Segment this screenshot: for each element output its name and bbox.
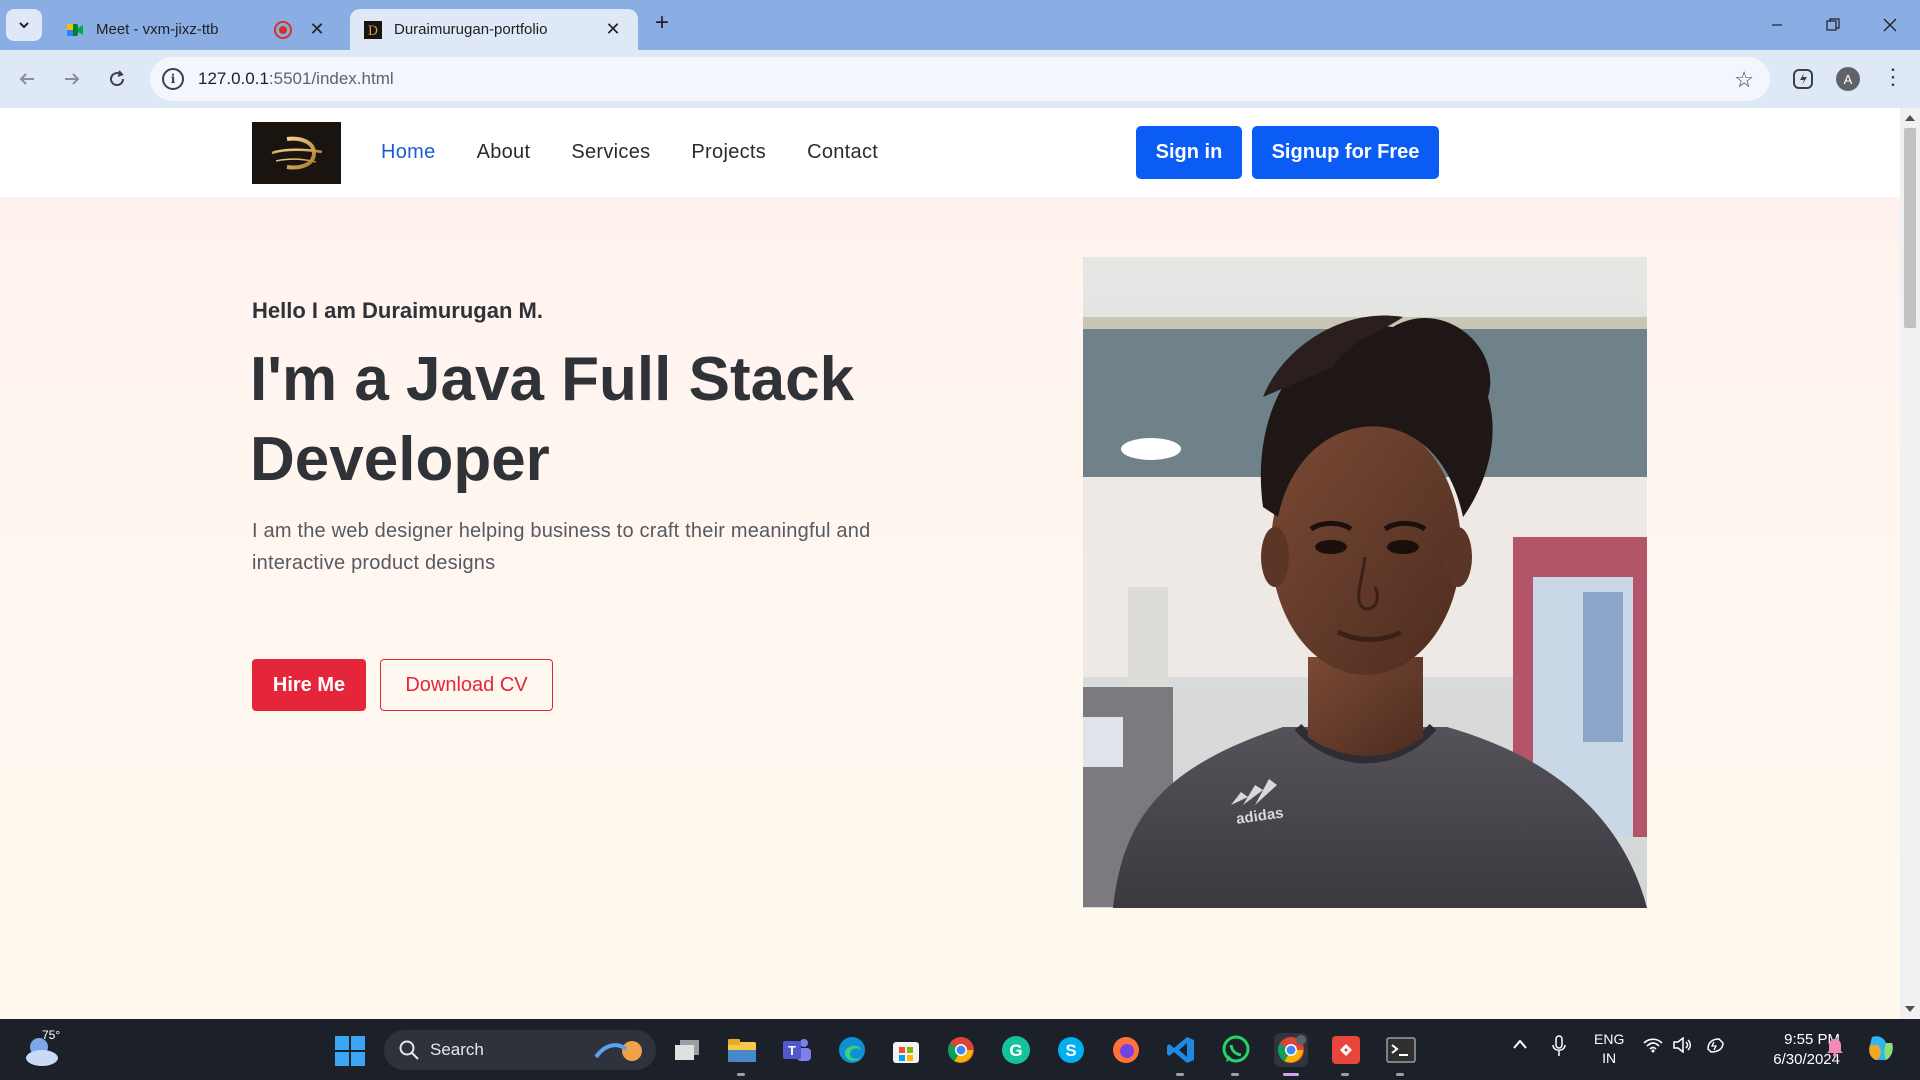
- git-tool-icon[interactable]: [1329, 1033, 1363, 1067]
- tray-chevron-up-icon[interactable]: [1512, 1037, 1528, 1053]
- signup-button[interactable]: Signup for Free: [1252, 126, 1439, 179]
- hero-greeting: Hello I am Duraimurugan M.: [252, 298, 543, 323]
- restore-icon: [1826, 18, 1840, 31]
- scroll-down-icon[interactable]: [1905, 1006, 1915, 1012]
- tab-title: Duraimurugan-portfolio: [394, 21, 548, 38]
- ms-store-icon[interactable]: [889, 1033, 923, 1067]
- scroll-thumb[interactable]: [1904, 128, 1916, 328]
- terminal-icon[interactable]: [1384, 1033, 1418, 1067]
- recording-icon: [274, 20, 292, 39]
- volume-icon[interactable]: [1673, 1036, 1693, 1056]
- nav-services[interactable]: Services: [571, 141, 650, 164]
- main-nav: Home About Services Projects Contact: [381, 108, 878, 197]
- svg-text:T: T: [788, 1043, 796, 1058]
- taskbar-search[interactable]: Search: [384, 1030, 656, 1070]
- windows-taskbar: 75° Search T G S ENG IN 9:55 PM 6/30/202…: [0, 1019, 1920, 1080]
- active-indicator: [1283, 1073, 1299, 1076]
- forward-button[interactable]: [57, 64, 87, 94]
- start-button[interactable]: [335, 1036, 365, 1066]
- hero-headline: I'm a Java Full Stack Developer: [250, 345, 855, 494]
- close-icon: [1883, 18, 1897, 32]
- tab-title: Meet - vxm-jixz-ttb: [96, 21, 219, 38]
- notification-bell-icon[interactable]: [1826, 1037, 1844, 1060]
- nav-contact[interactable]: Contact: [807, 141, 878, 164]
- arrow-right-icon: [65, 73, 80, 85]
- close-tab-icon[interactable]: ✕: [306, 19, 328, 41]
- back-button[interactable]: [12, 64, 42, 94]
- grammarly-icon[interactable]: G: [999, 1033, 1033, 1067]
- running-indicator: [1396, 1073, 1404, 1076]
- extension-icon[interactable]: [1790, 66, 1816, 92]
- site-info-icon[interactable]: i: [162, 68, 184, 90]
- minimize-button[interactable]: [1757, 10, 1797, 40]
- scroll-up-icon[interactable]: [1905, 115, 1915, 121]
- copilot-icon[interactable]: [1866, 1033, 1896, 1066]
- language-indicator[interactable]: ENG IN: [1594, 1030, 1624, 1068]
- svg-text:S: S: [1065, 1041, 1076, 1060]
- nav-about[interactable]: About: [477, 141, 531, 164]
- weather-temperature: 75°: [42, 1028, 61, 1042]
- browser-toolbar: i 127.0.0.1:5501/index.html ☆ A ⋮: [0, 50, 1920, 108]
- hero-intro: I am the web designer helping business t…: [252, 520, 871, 574]
- sign-in-button[interactable]: Sign in: [1136, 126, 1242, 179]
- portfolio-favicon-icon: D: [364, 20, 382, 39]
- profile-photo: adidas: [1083, 257, 1647, 908]
- page-viewport: Home About Services Projects Contact Sig…: [0, 108, 1920, 1019]
- chrome-icon[interactable]: [944, 1033, 978, 1067]
- logo-mark-icon: [271, 136, 322, 170]
- edge-icon[interactable]: [835, 1033, 869, 1067]
- profile-avatar[interactable]: A: [1836, 67, 1860, 91]
- minimize-icon: [1772, 24, 1782, 26]
- running-indicator: [1231, 1073, 1239, 1076]
- tab-search-button[interactable]: [6, 9, 42, 41]
- restore-button[interactable]: [1813, 10, 1853, 40]
- hire-me-button[interactable]: Hire Me: [252, 659, 366, 711]
- search-icon: [399, 1040, 419, 1060]
- bookmark-star-icon[interactable]: ☆: [1734, 67, 1754, 93]
- system-clock[interactable]: 9:55 PM 6/30/2024: [1740, 1030, 1840, 1070]
- file-explorer-icon[interactable]: [725, 1033, 759, 1067]
- teams-icon[interactable]: T: [780, 1033, 814, 1067]
- google-meet-icon: [67, 23, 83, 36]
- svg-text:G: G: [1009, 1041, 1022, 1060]
- wifi-icon[interactable]: [1643, 1037, 1663, 1056]
- whatsapp-icon[interactable]: [1219, 1033, 1253, 1067]
- page-scrollbar[interactable]: [1900, 108, 1920, 1019]
- arrow-left-icon: [19, 73, 34, 85]
- vscode-icon[interactable]: [1164, 1033, 1198, 1067]
- new-tab-button[interactable]: +: [650, 11, 674, 36]
- url-text: 127.0.0.1:5501/index.html: [198, 69, 394, 88]
- menu-icon[interactable]: ⋮: [1882, 64, 1904, 90]
- close-window-button[interactable]: [1870, 10, 1910, 40]
- svg-text:D: D: [368, 24, 378, 39]
- skype-icon[interactable]: S: [1054, 1033, 1088, 1067]
- download-cv-button[interactable]: Download CV: [380, 659, 553, 711]
- reload-icon: [110, 70, 125, 87]
- firefox-icon[interactable]: [1109, 1033, 1143, 1067]
- close-tab-icon[interactable]: ✕: [602, 19, 624, 41]
- reload-button[interactable]: [102, 64, 132, 94]
- site-header: Home About Services Projects Contact Sig…: [0, 108, 1900, 197]
- nav-projects[interactable]: Projects: [691, 141, 766, 164]
- chrome-active-icon[interactable]: [1274, 1033, 1308, 1067]
- tab-meet[interactable]: Meet - vxm-jixz-ttb ✕: [52, 9, 342, 50]
- tab-strip: Meet - vxm-jixz-ttb ✕ D Duraimurugan-por…: [0, 0, 1920, 50]
- nav-home[interactable]: Home: [381, 141, 436, 164]
- hero-section: Home About Services Projects Contact Sig…: [0, 108, 1900, 1019]
- tab-portfolio[interactable]: D Duraimurugan-portfolio ✕: [350, 9, 638, 50]
- address-bar[interactable]: i 127.0.0.1:5501/index.html ☆: [150, 57, 1770, 101]
- task-view-icon[interactable]: [670, 1033, 704, 1067]
- site-logo[interactable]: [252, 122, 341, 184]
- running-indicator: [1341, 1073, 1349, 1076]
- search-highlight-icon: [594, 1041, 642, 1061]
- chevron-down-icon: [19, 22, 29, 29]
- running-indicator: [737, 1073, 745, 1076]
- running-indicator: [1176, 1073, 1184, 1076]
- battery-icon[interactable]: [1705, 1037, 1727, 1056]
- microphone-icon[interactable]: [1551, 1035, 1567, 1060]
